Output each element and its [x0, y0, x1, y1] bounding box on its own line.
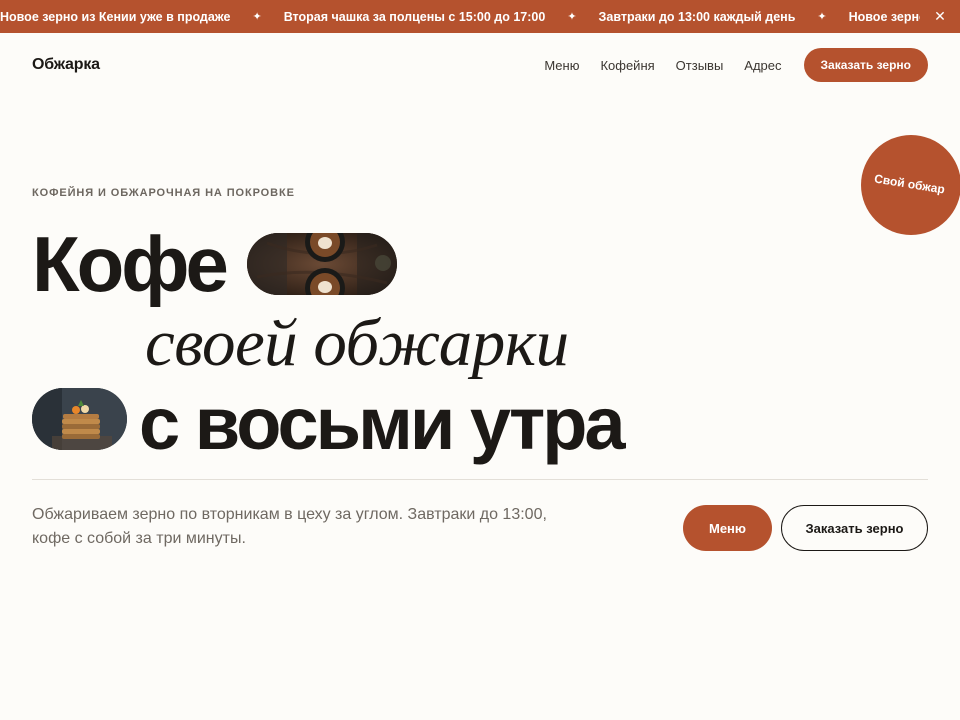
hero-eyebrow: КОФЕЙНЯ И ОБЖАРОЧНАЯ НА ПОКРОВКЕ	[32, 187, 295, 199]
hero-line-2: своей обжарки	[145, 306, 569, 380]
menu-button[interactable]: Меню	[683, 505, 772, 551]
ticker-item: Вторая чашка за полцены с 15:00 до 17:00	[283, 9, 546, 24]
roast-badge-label: Свой обжар	[873, 171, 947, 197]
coffee-cups-image	[247, 233, 397, 295]
hero-intro: Обжариваем зерно по вторникам в цеху за …	[32, 506, 547, 547]
logo[interactable]: Обжарка	[32, 56, 100, 74]
nav-item-address[interactable]: Адрес	[744, 58, 781, 73]
announcement-ticker: Новое зерно из Кении уже в продаже ✦ Вто…	[0, 0, 960, 33]
site-header: Обжарка Меню Кофейня Отзывы Адрес Заказа…	[32, 48, 928, 82]
sparkle-icon: ✦	[817, 11, 827, 23]
sparkle-icon: ✦	[567, 11, 577, 23]
sparkle-icon: ✦	[252, 11, 262, 23]
hero-line-1: Кофе	[32, 220, 229, 308]
close-icon[interactable]: ✕	[920, 0, 960, 33]
ticker-track: Новое зерно из Кении уже в продаже ✦ Вто…	[0, 0, 960, 33]
ticker-item: Завтраки до 13:00 каждый день	[598, 9, 796, 24]
roast-badge[interactable]: Свой обжар	[861, 135, 960, 235]
hero-line-3: с восьми утра	[139, 382, 626, 465]
order-beans-header-button[interactable]: Заказать зерно	[803, 48, 928, 82]
nav-item-menu[interactable]: Меню	[544, 58, 579, 73]
order-beans-button[interactable]: Заказать зерно	[781, 505, 928, 551]
pancake-stack-image	[32, 388, 127, 450]
ticker-item: Новое зерно из Кении уже в продаже	[0, 9, 231, 24]
main-nav: Меню Кофейня Отзывы Адрес Заказать зерно	[544, 48, 928, 82]
nav-item-reviews[interactable]: Отзывы	[676, 58, 724, 73]
nav-item-coffeehouse[interactable]: Кофейня	[600, 58, 654, 73]
divider	[32, 479, 928, 480]
